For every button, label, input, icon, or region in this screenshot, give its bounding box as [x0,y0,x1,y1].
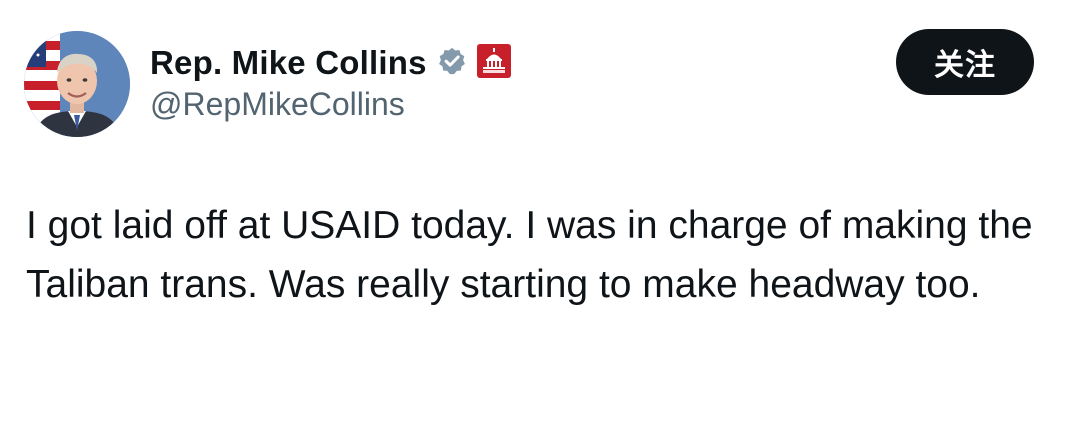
tweet-card: Rep. Mike Collins @RepMikeCollins 关注 I g… [0,0,1080,425]
us-capitol-icon[interactable] [476,43,511,83]
follow-button[interactable]: 关注 [896,29,1034,95]
author-name-row: Rep. Mike Collins [150,40,511,86]
verified-badge-icon [437,46,467,81]
tweet-text: I got laid off at USAID today. I was in … [26,204,1033,306]
author-handle[interactable]: @RepMikeCollins [150,86,405,123]
avatar[interactable] [24,31,130,137]
author-display-name[interactable]: Rep. Mike Collins [150,44,427,82]
avatar-image [24,31,130,137]
